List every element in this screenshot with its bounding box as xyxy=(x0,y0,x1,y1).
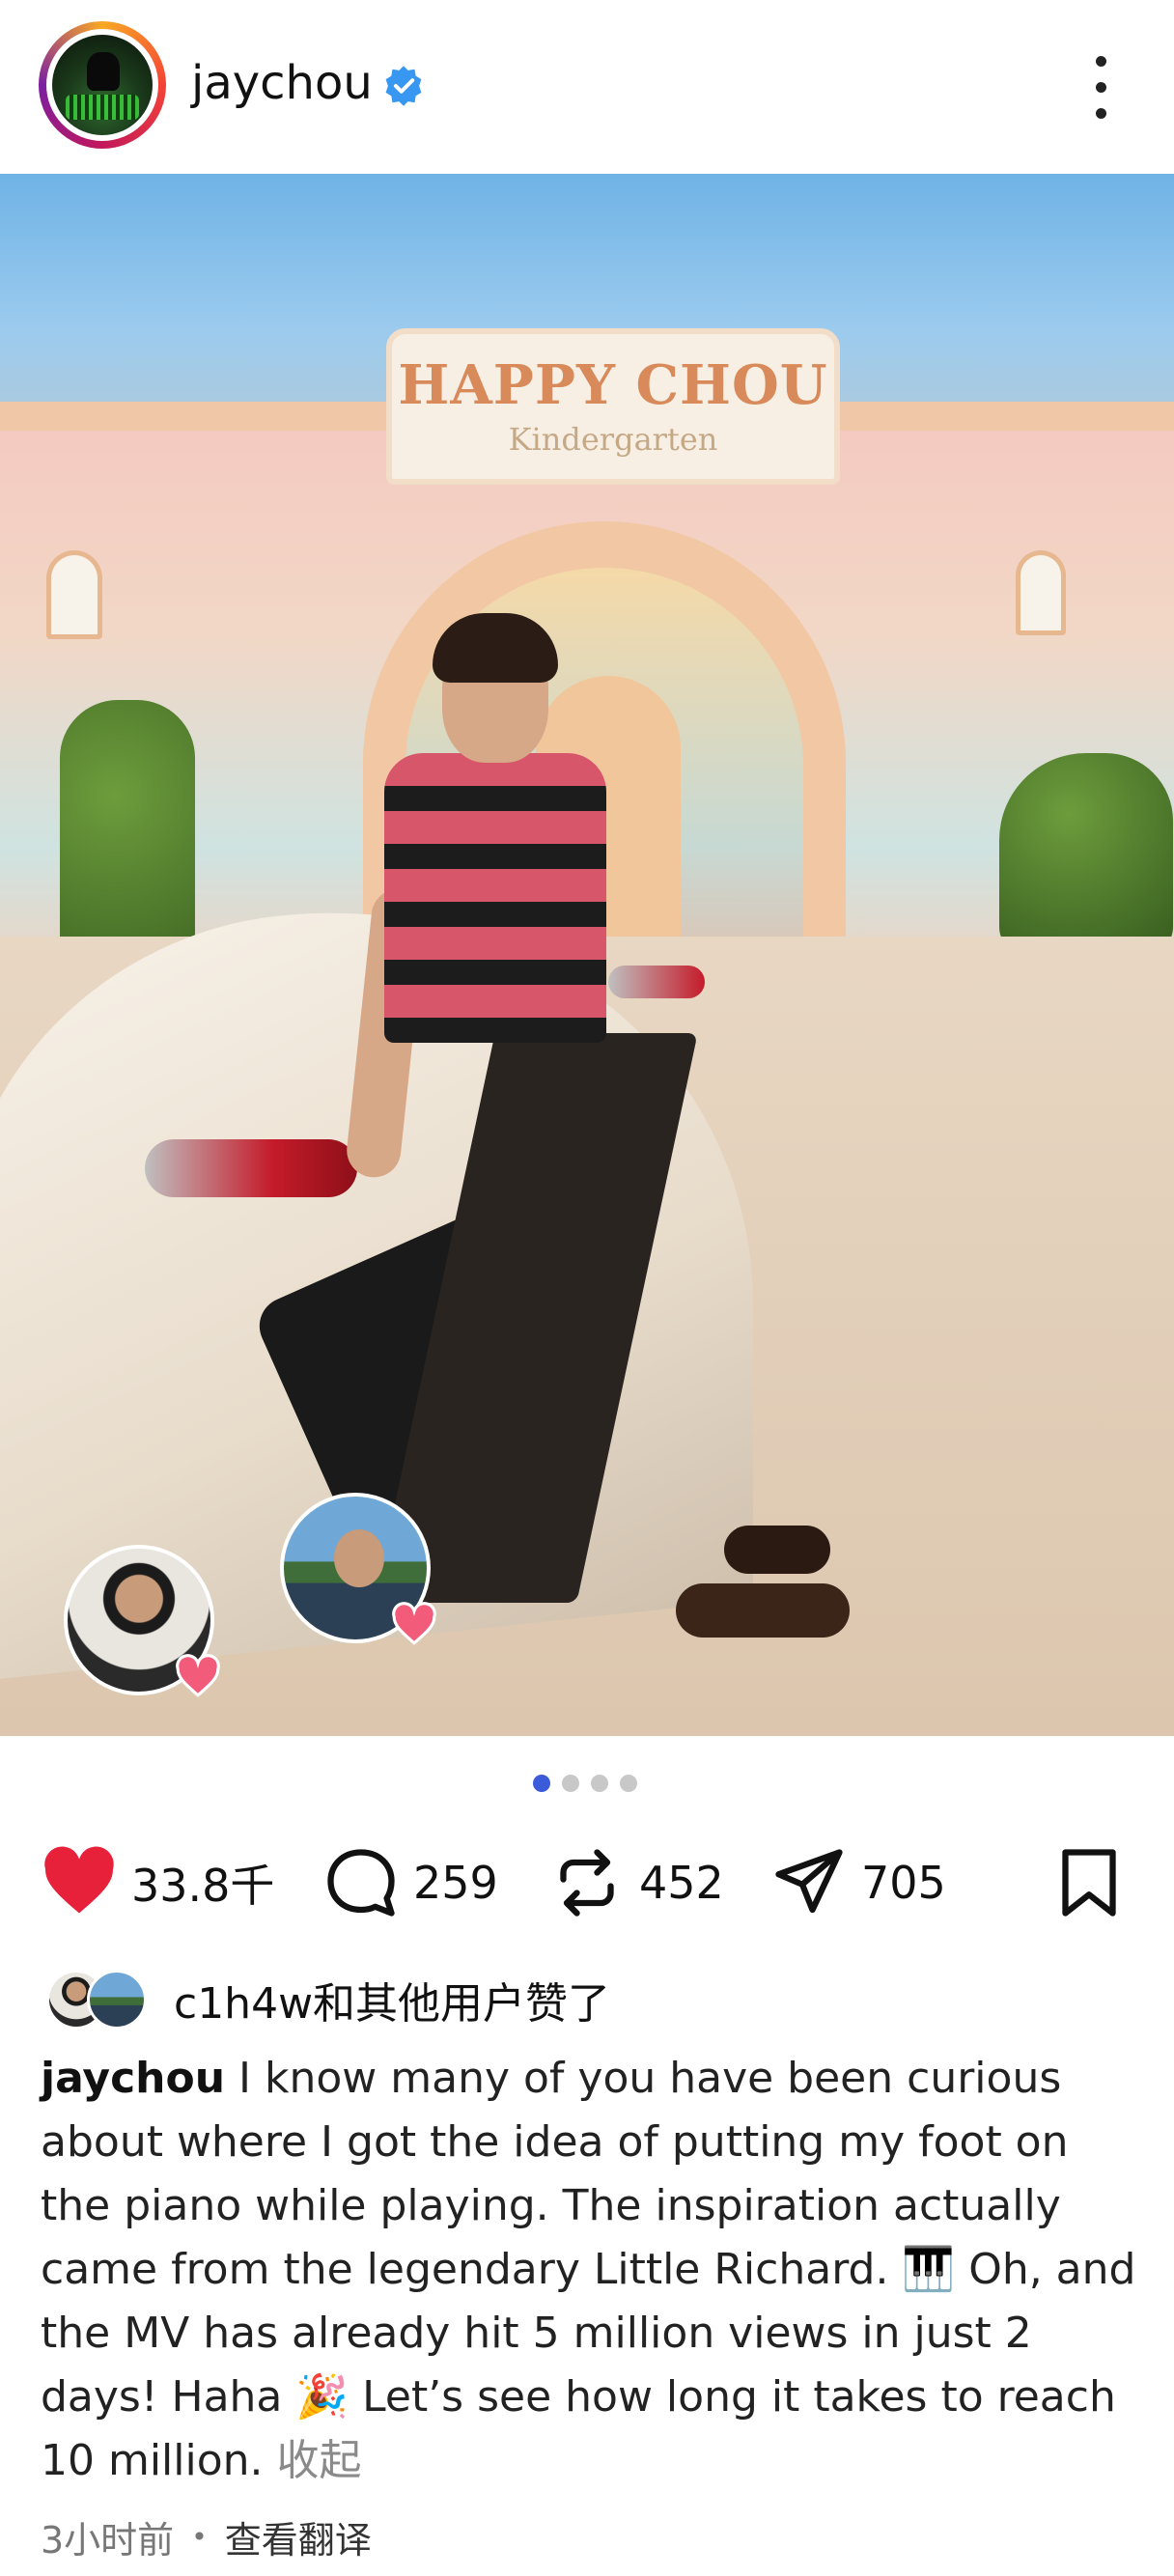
bookmark-icon xyxy=(1062,1849,1116,1917)
carousel-dot[interactable] xyxy=(562,1775,579,1792)
repost-icon xyxy=(560,1849,614,1917)
carousel-dot[interactable] xyxy=(591,1775,608,1792)
photo-sign: HAPPY CHOU Kindergarten xyxy=(386,328,840,485)
heart-badge-icon xyxy=(176,1654,220,1697)
carousel-indicator xyxy=(533,1775,649,1794)
post-meta: 3小时前 • 查看翻译 xyxy=(41,2510,372,2563)
caption-text: I know many of you have been curious abo… xyxy=(41,2054,1136,2485)
verified-badge-icon xyxy=(385,66,422,106)
translate-button[interactable]: 查看翻译 xyxy=(225,2510,372,2563)
more-options-icon[interactable] xyxy=(1083,56,1118,120)
carousel-dot[interactable] xyxy=(533,1775,550,1792)
heart-icon xyxy=(44,1846,114,1914)
comment-icon xyxy=(327,1849,395,1917)
meta-separator: • xyxy=(191,2521,208,2553)
heart-badge-icon xyxy=(392,1602,436,1645)
carousel-dot[interactable] xyxy=(620,1775,637,1792)
sign-subtitle: Kindergarten xyxy=(508,421,718,458)
share-button[interactable]: 705 xyxy=(769,1834,946,1931)
post-header: jaychou xyxy=(0,0,1174,174)
comment-button[interactable]: 259 xyxy=(321,1834,498,1931)
save-button[interactable] xyxy=(1048,1834,1130,1931)
repost-count: 452 xyxy=(639,1857,724,1909)
like-count: 33.8千 xyxy=(131,1860,275,1912)
username[interactable]: jaychou xyxy=(191,56,373,110)
post-photo[interactable]: HAPPY CHOU Kindergarten xyxy=(0,174,1174,1736)
sign-title: HAPPY CHOU xyxy=(398,353,828,417)
liked-by-text: c1h4w和其他用户赞了 xyxy=(174,1979,611,2029)
avatar-image xyxy=(52,35,153,135)
post-caption: jaychou I know many of you have been cur… xyxy=(41,2047,1141,2493)
action-bar: 33.8千 259 452 705 xyxy=(0,1834,1174,1931)
profile-avatar[interactable] xyxy=(39,21,166,149)
share-count: 705 xyxy=(861,1857,946,1909)
repost-button[interactable]: 452 xyxy=(546,1834,724,1931)
caption-username[interactable]: jaychou xyxy=(41,2054,225,2103)
liked-by-row[interactable]: c1h4w和其他用户赞了 xyxy=(46,1964,610,2035)
comment-count: 259 xyxy=(413,1857,498,1909)
timestamp: 3小时前 xyxy=(41,2519,175,2562)
send-icon xyxy=(775,1849,843,1914)
like-button[interactable]: 33.8千 xyxy=(39,1834,274,1931)
collapse-caption-button[interactable]: 收起 xyxy=(264,2436,362,2485)
liker-mini-avatar xyxy=(87,1970,147,2030)
